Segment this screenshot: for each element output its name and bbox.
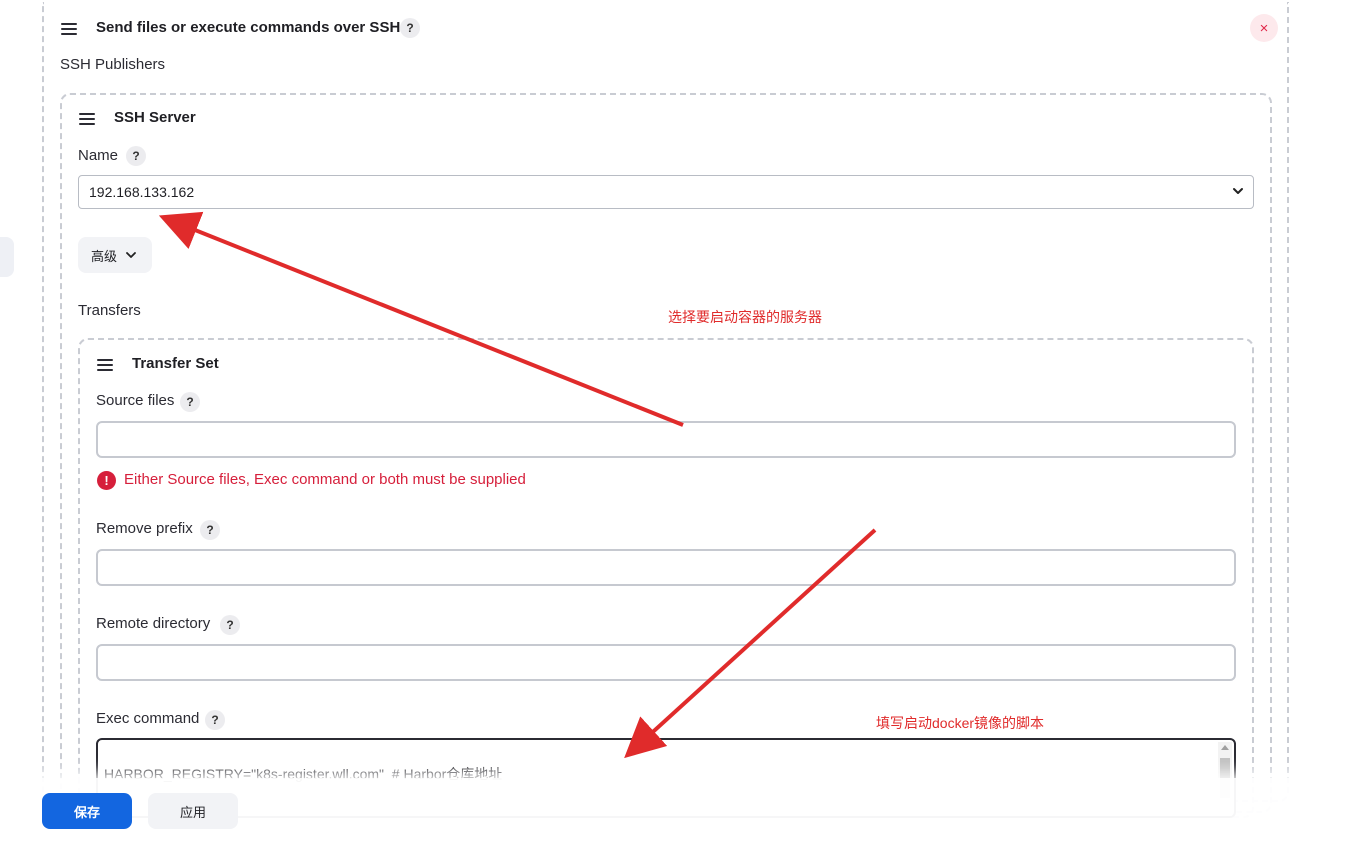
- apply-button[interactable]: 应用: [148, 793, 238, 829]
- scroll-up-icon[interactable]: [1221, 745, 1229, 750]
- drag-handle-icon[interactable]: [97, 359, 113, 371]
- drag-handle-icon[interactable]: [61, 23, 77, 35]
- help-icon[interactable]: ?: [205, 710, 225, 730]
- save-button[interactable]: 保存: [42, 793, 132, 829]
- close-icon[interactable]: ×: [1250, 14, 1278, 42]
- exec-command-label: Exec command: [96, 710, 200, 727]
- help-icon[interactable]: ?: [220, 615, 240, 635]
- error-message: Either Source files, Exec command or bot…: [124, 471, 526, 488]
- help-icon[interactable]: ?: [200, 520, 220, 540]
- ssh-publishers-label: SSH Publishers: [60, 56, 166, 73]
- error-icon: !: [97, 471, 116, 490]
- server-annotation: 选择要启动容器的服务器: [668, 309, 822, 325]
- name-label: Name: [78, 147, 119, 164]
- side-panel-tab[interactable]: [0, 237, 14, 277]
- advanced-button[interactable]: 高级: [78, 237, 152, 273]
- help-icon[interactable]: ?: [126, 146, 146, 166]
- server-name-select[interactable]: 192.168.133.162: [78, 175, 1254, 209]
- source-files-label: Source files: [96, 392, 175, 409]
- exec-annotation: 填写启动docker镜像的脚本: [876, 715, 1045, 731]
- remove-prefix-label: Remove prefix: [96, 520, 193, 537]
- remote-directory-label: Remote directory: [96, 615, 211, 632]
- help-icon[interactable]: ?: [400, 18, 420, 38]
- remote-directory-input[interactable]: [96, 644, 1236, 681]
- remove-prefix-input[interactable]: [96, 549, 1236, 586]
- server-name-value: 192.168.133.162: [89, 184, 195, 200]
- transfer-set-title: Transfer Set: [132, 355, 219, 372]
- chevron-down-icon: [1233, 188, 1243, 194]
- advanced-label: 高级: [91, 248, 118, 264]
- help-icon[interactable]: ?: [180, 392, 200, 412]
- chevron-down-icon: [126, 252, 136, 258]
- transfers-label: Transfers: [78, 302, 141, 319]
- source-files-input[interactable]: [96, 421, 1236, 458]
- section-title: Send files or execute commands over SSH: [96, 19, 401, 36]
- drag-handle-icon[interactable]: [79, 113, 95, 125]
- ssh-server-title: SSH Server: [114, 109, 196, 126]
